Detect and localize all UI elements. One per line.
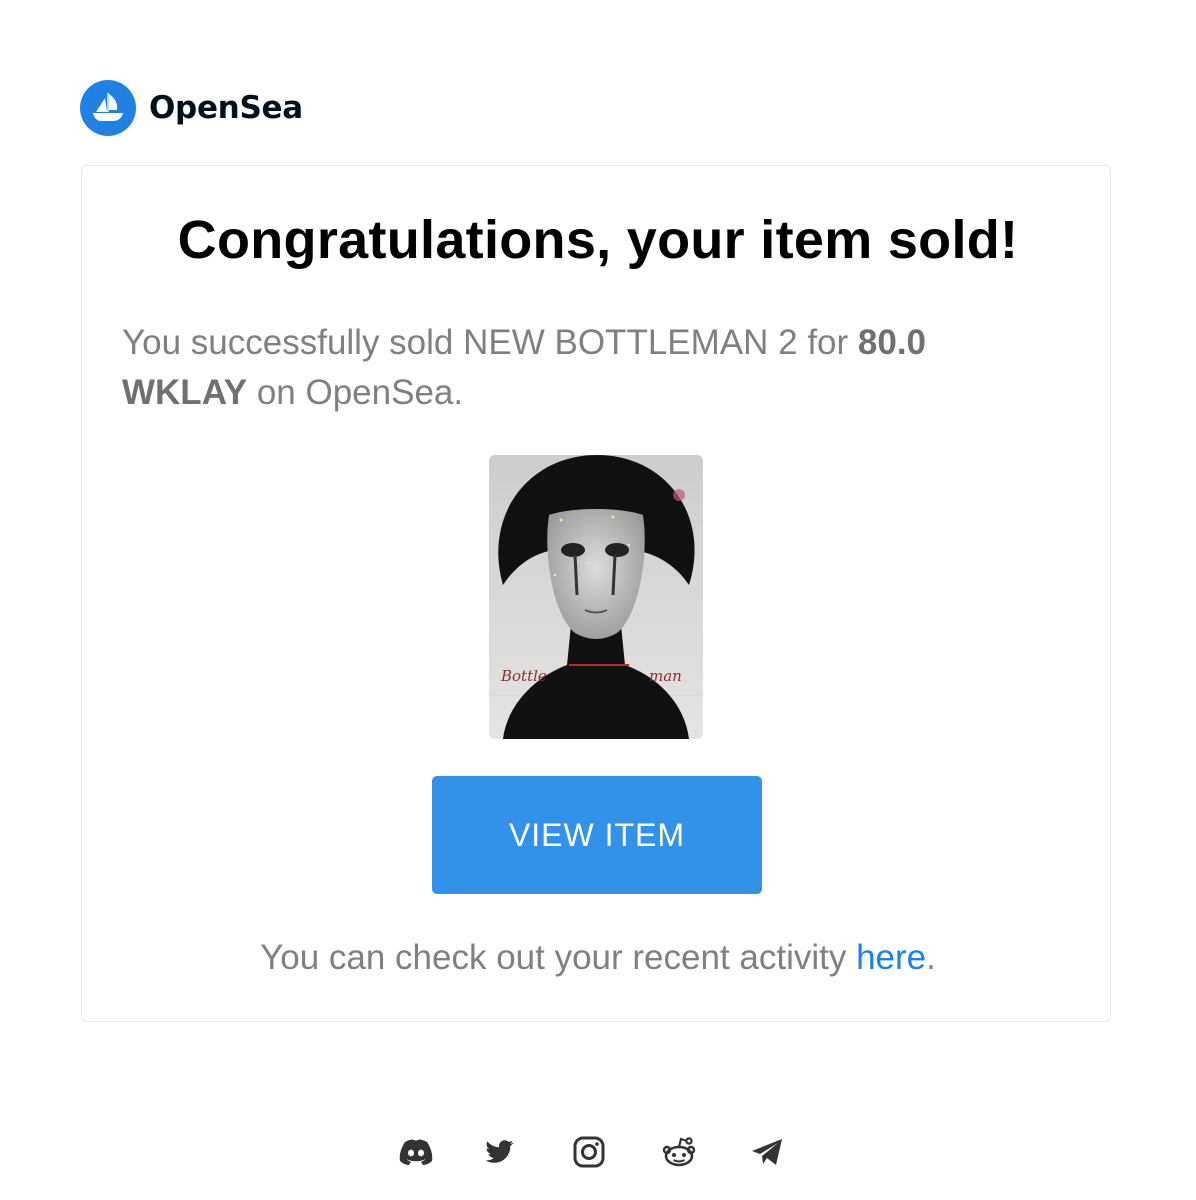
activity-note-suffix: . <box>926 938 936 977</box>
discord-icon[interactable] <box>398 1134 434 1170</box>
svg-text:man: man <box>649 667 682 685</box>
opensea-ship-icon <box>80 80 136 136</box>
telegram-icon[interactable] <box>749 1134 785 1170</box>
svg-text:Bottle: Bottle <box>500 667 547 685</box>
view-item-button[interactable]: VIEW ITEM <box>432 776 762 894</box>
activity-note-prefix: You can check out your recent activity <box>260 938 857 977</box>
sale-message: You successfully sold NEW BOTTLEMAN 2 fo… <box>122 318 1052 418</box>
opensea-logo[interactable]: OpenSea <box>80 80 303 136</box>
sale-message-suffix: on OpenSea. <box>247 373 464 412</box>
item-image[interactable]: Bottle man <box>489 455 703 739</box>
sale-message-prefix: You successfully sold NEW BOTTLEMAN 2 fo… <box>122 323 858 362</box>
social-links <box>0 1134 1196 1170</box>
page-title: Congratulations, your item sold! <box>177 210 1019 270</box>
brand-name: OpenSea <box>149 90 303 126</box>
instagram-icon[interactable] <box>571 1134 607 1170</box>
twitter-icon[interactable] <box>481 1134 517 1170</box>
activity-note: You can check out your recent activity h… <box>0 934 1196 982</box>
activity-link[interactable]: here <box>856 938 926 977</box>
reddit-icon[interactable] <box>661 1134 697 1170</box>
